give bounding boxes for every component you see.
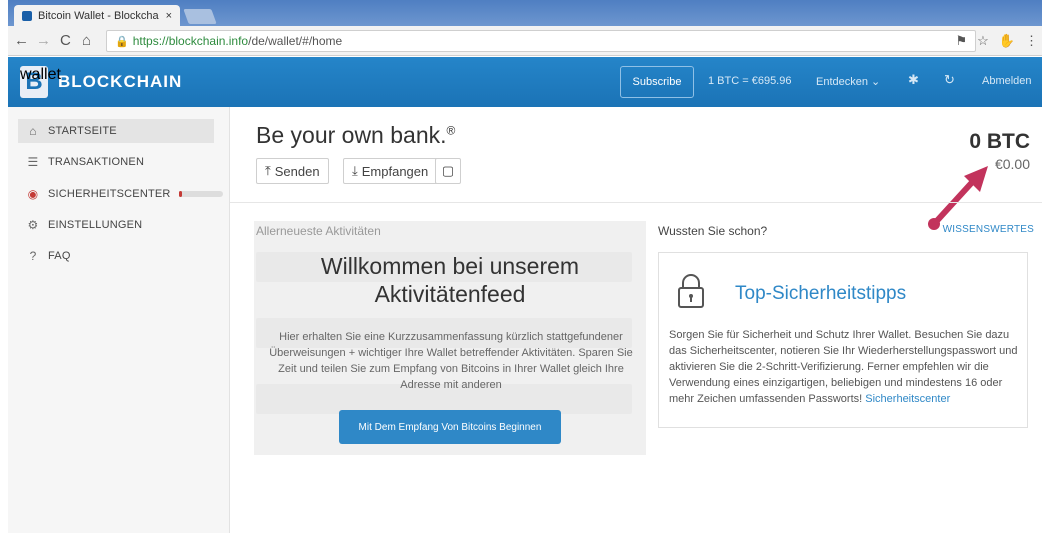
address-bar-row: ← → C ⌂ 🔒 https://blockchain.info /de/wa… [8, 26, 1042, 56]
sidebar-item-label: FAQ [48, 250, 71, 262]
upload-icon: ⤒ [265, 163, 271, 178]
bug-icon[interactable]: ✱ [908, 72, 919, 88]
logo-subtitle: wallet [20, 66, 61, 83]
tips-heading: Wussten Sie schon? [658, 224, 768, 238]
welcome-line-2: Aktivitätenfeed [374, 281, 526, 307]
subscribe-button[interactable]: Subscribe [620, 66, 694, 98]
shield-icon: ◉ [27, 187, 39, 201]
logout-button[interactable]: Abmelden [982, 75, 1032, 87]
app-header: B BLOCKCHAIN wallet Subscribe 1 BTC = €6… [8, 57, 1042, 107]
sidebar-item-label: EINSTELLUNGEN [48, 219, 143, 231]
discover-menu[interactable]: Entdecken ⌄ [816, 75, 880, 88]
list-icon: ☰ [27, 155, 39, 169]
lock-icon: 🔒 [115, 35, 129, 48]
browser-tab[interactable]: Bitcoin Wallet - Blockcha × [14, 5, 180, 26]
home-icon: ⌂ [29, 124, 37, 138]
activity-welcome-heading: Willkommen bei unserem Aktivitätenfeed [254, 252, 646, 308]
tips-body: Sorgen Sie für Sicherheit und Schutz Ihr… [669, 329, 1018, 405]
exchange-rate[interactable]: 1 BTC = €695.96 [708, 75, 791, 87]
page-title-text: Be your own bank. [256, 122, 447, 148]
balance-btc: 0 BTC [969, 130, 1030, 153]
tips-title: Top-Sicherheitstipps [735, 283, 907, 304]
gear-icon: ⚙ [27, 218, 39, 232]
browser-tab-bar: Bitcoin Wallet - Blockcha × [8, 0, 1042, 26]
refresh-icon[interactable]: ↻ [944, 72, 955, 88]
security-progress-bar [178, 191, 223, 197]
url-path: /de/wallet/#/home [248, 34, 343, 48]
bookmark-star-icon[interactable]: ☆ [977, 33, 989, 49]
send-button-label: Senden [274, 163, 320, 179]
home-icon[interactable]: ⌂ [82, 32, 91, 49]
logo-text: BLOCKCHAIN [58, 72, 183, 91]
activity-description: Hier erhalten Sie eine Kurzzusammenfassu… [269, 331, 633, 391]
forward-icon[interactable]: → [36, 32, 51, 49]
tips-card: Top-Sicherheitstipps Sorgen Sie für Sich… [658, 252, 1028, 428]
start-receiving-button[interactable]: Mit Dem Empfang Von Bitcoins Beginnen [339, 410, 561, 444]
download-icon: ⤓ [352, 163, 358, 178]
welcome-line-1: Willkommen bei unserem [320, 253, 580, 279]
sidebar-item-security[interactable]: ◉ SICHERHEITSCENTER [26, 182, 223, 206]
sidebar-item-label: TRANSAKTIONEN [48, 156, 145, 168]
help-icon: ? [29, 249, 37, 263]
reload-icon[interactable]: C [60, 32, 71, 49]
url-input[interactable]: 🔒 https://blockchain.info /de/wallet/#/h… [106, 30, 976, 52]
close-tab-icon[interactable]: × [166, 10, 172, 22]
sidebar-item-label: STARTSEITE [48, 125, 117, 137]
registered-mark: ® [446, 123, 456, 138]
url-host: https://blockchain.info [132, 34, 249, 48]
browser-window: Bitcoin Wallet - Blockcha × ← → C ⌂ 🔒 ht… [8, 0, 1042, 533]
send-button[interactable]: ⤒ Senden [256, 158, 329, 184]
divider [230, 202, 1042, 203]
new-tab-button[interactable] [183, 9, 217, 24]
lock-icon [678, 274, 704, 308]
back-icon[interactable]: ← [14, 32, 29, 49]
sidebar-item-label: SICHERHEITSCENTER [48, 188, 171, 200]
clipboard-button[interactable]: ▢ [435, 158, 461, 184]
menu-icon[interactable]: ⋮ [1025, 33, 1038, 49]
page-title: Be your own bank.® [256, 122, 455, 149]
sidebar-item-settings[interactable]: ⚙ EINSTELLUNGEN [26, 213, 143, 237]
chevron-down-icon: ⌄ [871, 76, 881, 88]
sidebar: ⌂ STARTSEITE ☰ TRANSAKTIONEN ◉ SICHERHEI… [8, 107, 230, 533]
profile-icon[interactable]: ✋ [999, 33, 1015, 49]
tips-more-link[interactable]: WISSENSWERTES [943, 224, 1034, 235]
discover-label: Entdecken [816, 76, 868, 88]
clipboard-icon: ▢ [441, 163, 455, 178]
favicon-icon [22, 10, 32, 21]
sidebar-item-home[interactable]: ⌂ STARTSEITE [18, 119, 214, 143]
security-center-link[interactable]: Sicherheitscenter [865, 393, 950, 405]
activity-title: Allerneueste Aktivitäten [256, 224, 381, 238]
sidebar-item-faq[interactable]: ? FAQ [26, 244, 71, 268]
receive-button-label: Empfangen [361, 163, 429, 179]
extension-icon[interactable]: ⚑ [956, 33, 968, 49]
tips-text: Sorgen Sie für Sicherheit und Schutz Ihr… [669, 327, 1021, 407]
tab-title: Bitcoin Wallet - Blockcha [38, 9, 159, 22]
sidebar-item-transactions[interactable]: ☰ TRANSAKTIONEN [26, 150, 144, 174]
